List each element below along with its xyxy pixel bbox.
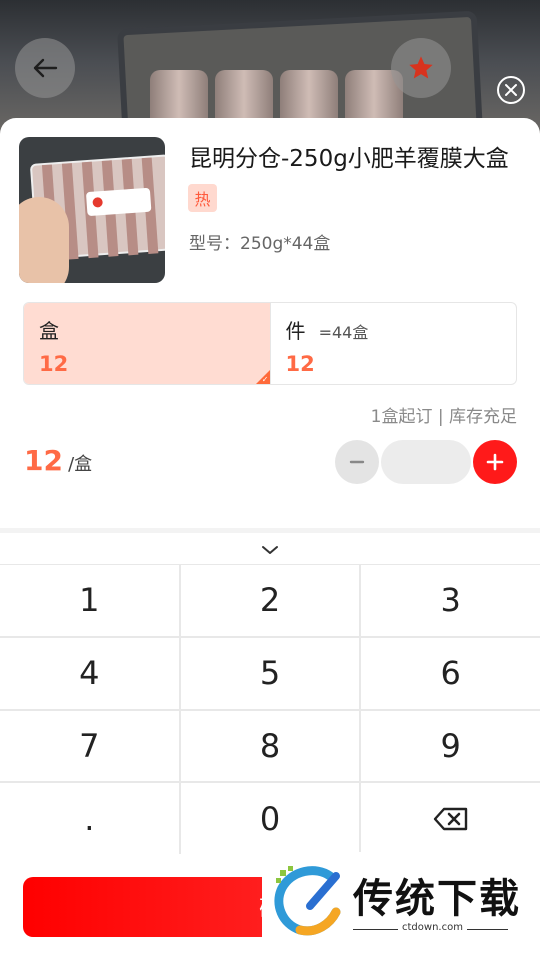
watermark-brand: 传统下载 — [353, 876, 521, 922]
check-icon: ✓ — [261, 375, 269, 384]
unit-option-box[interactable]: 盒 12 ✓ — [24, 303, 270, 384]
collapse-keyboard-button[interactable] — [258, 540, 282, 560]
key-7[interactable]: 7 — [0, 710, 179, 782]
back-button[interactable] — [15, 38, 75, 98]
watermark-logo-icon — [274, 866, 341, 936]
backspace-key[interactable] — [361, 783, 540, 854]
numeric-keypad: 1 2 3 4 5 6 7 8 9 . 0 — [0, 564, 540, 854]
unit-selector: 盒 12 ✓ 件 =44盒 12 — [23, 302, 517, 385]
quantity-stepper — [335, 440, 517, 484]
chevron-down-icon — [262, 546, 278, 554]
watermark-domain: ctdown.com — [398, 922, 467, 933]
price-unit: /盒 — [68, 454, 93, 475]
unit-price: 12 — [39, 352, 69, 376]
key-1[interactable]: 1 — [0, 565, 179, 636]
price-value: 12 — [24, 444, 63, 477]
key-0[interactable]: 0 — [180, 783, 360, 854]
unit-name: 件 — [285, 319, 306, 343]
arrow-left-icon — [33, 58, 58, 78]
key-8[interactable]: 8 — [180, 710, 360, 782]
minus-icon — [349, 460, 365, 464]
product-title: 昆明分仓-250g小肥羊覆膜大盒 — [189, 146, 509, 172]
unit-conversion: =44盒 — [318, 323, 369, 342]
stock-info: 1盒起订 | 库存充足 — [370, 407, 517, 427]
unit-price: 12 — [285, 352, 315, 376]
unit-name: 盒 — [39, 319, 59, 343]
hot-badge: 热 — [188, 184, 217, 212]
increase-button[interactable] — [473, 440, 517, 484]
key-9[interactable]: 9 — [361, 710, 540, 782]
key-5[interactable]: 5 — [180, 637, 360, 709]
plus-icon — [486, 453, 504, 471]
product-thumbnail — [19, 137, 165, 283]
decrease-button[interactable] — [335, 440, 379, 484]
section-divider — [0, 528, 540, 533]
unit-price-display: 12 /盒 — [24, 444, 92, 477]
star-icon — [409, 56, 433, 79]
key-3[interactable]: 3 — [361, 565, 540, 636]
unit-option-case[interactable]: 件 =44盒 12 — [271, 303, 517, 384]
product-model: 型号：250g*44盒 — [189, 234, 331, 254]
close-button[interactable] — [497, 76, 525, 104]
key-4[interactable]: 4 — [0, 637, 179, 709]
key-2[interactable]: 2 — [180, 565, 360, 636]
backspace-icon — [433, 807, 467, 830]
quantity-input[interactable] — [381, 440, 471, 484]
key-6[interactable]: 6 — [361, 637, 540, 709]
close-circle-icon — [505, 84, 517, 96]
key-dot[interactable]: . — [0, 783, 179, 854]
favorite-button[interactable] — [391, 38, 451, 98]
